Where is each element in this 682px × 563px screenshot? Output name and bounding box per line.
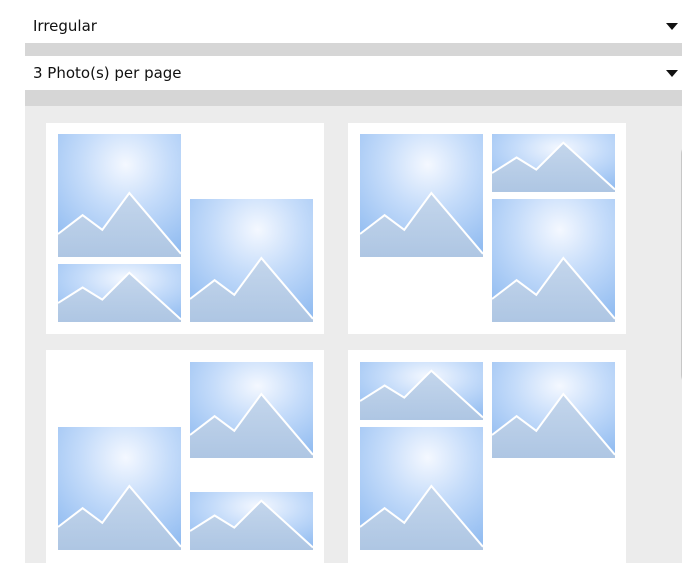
layout-thumbnails-panel [25,106,682,563]
layout-thumbnail-1[interactable] [46,123,324,334]
landscape-mountain-icon [492,199,615,322]
landscape-mountain-icon [360,427,483,550]
landscape-mountain-icon [58,427,181,550]
layout-thumbnail-2[interactable] [348,123,626,334]
layout-style-dropdown[interactable]: Irregular [25,10,682,43]
landscape-mountain-icon [360,134,483,257]
layout-panel: Irregular 3 Photo(s) per page [0,0,682,563]
layout-thumbnail-4[interactable] [348,350,626,563]
landscape-mountain-icon [190,362,313,458]
triangle-down-icon[interactable] [662,57,682,90]
landscape-mountain-icon [492,134,615,192]
separator [25,43,682,56]
landscape-mountain-icon [492,362,615,458]
triangle-down-icon[interactable] [662,10,682,43]
layout-style-value: Irregular [33,17,97,35]
separator [25,90,682,106]
landscape-mountain-icon [190,492,313,550]
landscape-mountain-icon [58,134,181,257]
photos-per-page-value: 3 Photo(s) per page [33,64,182,82]
landscape-mountain-icon [190,199,313,322]
photos-per-page-dropdown[interactable]: 3 Photo(s) per page [25,57,682,90]
landscape-mountain-icon [360,362,483,420]
layout-thumbnail-3[interactable] [46,350,324,563]
landscape-mountain-icon [58,264,181,322]
